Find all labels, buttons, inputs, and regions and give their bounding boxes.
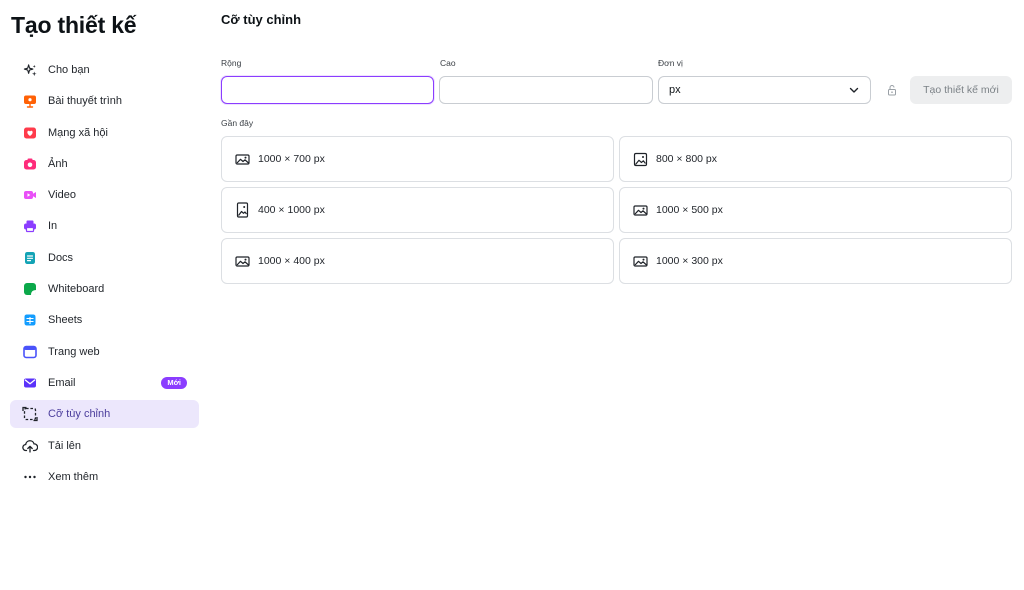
docs-icon xyxy=(22,250,38,266)
width-input[interactable] xyxy=(221,76,434,104)
sidebar-item-label: Bài thuyết trình xyxy=(48,95,122,108)
sidebar-nav: Cho bạn Bài thuyết trình Mạng xã hội Ảnh Vid… xyxy=(10,56,199,494)
sidebar-item-label: Tải lên xyxy=(48,439,82,452)
recent-size-card[interactable]: 400 × 1000 px xyxy=(221,187,614,233)
camera-icon xyxy=(22,156,38,172)
recent-label: Gần đây xyxy=(221,118,254,128)
sidebar-item-cho-ban[interactable]: Cho bạn xyxy=(10,56,199,84)
landscape-image-icon xyxy=(632,202,648,218)
video-icon xyxy=(22,187,38,203)
chevron-down-icon xyxy=(848,84,860,96)
unit-label: Đơn vị xyxy=(658,58,683,68)
sidebar-item-label: Trang web xyxy=(48,345,100,358)
presentation-icon xyxy=(22,93,38,109)
recent-size-label: 1000 × 500 px xyxy=(656,204,723,216)
sidebar-item-label: Email xyxy=(48,376,76,389)
sidebar-item-label: Xem thêm xyxy=(48,470,99,483)
sidebar-item-label: Docs xyxy=(48,251,74,264)
sparkles-icon xyxy=(22,62,38,78)
sidebar-item-co-tuy-chinh[interactable]: Cỡ tùy chỉnh xyxy=(10,400,199,429)
sidebar-item-tai-len[interactable]: Tải lên xyxy=(10,432,199,460)
create-design-button[interactable]: Tạo thiết kế mới xyxy=(910,76,1012,104)
recent-size-card[interactable]: 1000 × 300 px xyxy=(619,238,1012,284)
email-icon xyxy=(22,375,38,391)
recent-size-card[interactable]: 1000 × 700 px xyxy=(221,136,614,182)
sidebar-item-in[interactable]: In xyxy=(10,212,199,240)
custom-size-icon xyxy=(22,406,38,422)
recent-size-card[interactable]: 800 × 800 px xyxy=(619,136,1012,182)
sidebar-item-bai-thuyet-trinh[interactable]: Bài thuyết trình xyxy=(10,87,199,115)
recent-size-label: 1000 × 700 px xyxy=(258,153,325,165)
website-icon xyxy=(22,344,38,360)
square-image-icon xyxy=(632,151,648,167)
sidebar-item-xem-them[interactable]: Xem thêm xyxy=(10,463,199,491)
upload-icon xyxy=(22,438,38,454)
app-title: Tạo thiết kế xyxy=(11,12,137,38)
recent-size-label: 800 × 800 px xyxy=(656,153,718,165)
sidebar-item-trang-web[interactable]: Trang web xyxy=(10,338,199,366)
sidebar-item-label: Whiteboard xyxy=(48,283,105,296)
sidebar-item-label: Mạng xã hội xyxy=(48,126,108,139)
recent-size-label: 400 × 1000 px xyxy=(258,204,325,216)
heart-icon xyxy=(22,125,38,141)
sidebar-item-mang-xa-hoi[interactable]: Mạng xã hội xyxy=(10,119,199,147)
landscape-image-icon xyxy=(234,253,250,269)
sidebar-item-sheets[interactable]: Sheets xyxy=(10,306,199,334)
width-label: Rộng xyxy=(221,58,242,68)
sidebar-item-label: Cho bạn xyxy=(48,64,90,76)
recent-size-card[interactable]: 1000 × 500 px xyxy=(619,187,1012,233)
recent-size-card[interactable]: 1000 × 400 px xyxy=(221,238,614,284)
lock-aspect-icon[interactable] xyxy=(886,83,898,97)
sidebar-item-label: Video xyxy=(48,189,76,202)
unit-select-value: px xyxy=(669,84,681,96)
sidebar-item-whiteboard[interactable]: Whiteboard xyxy=(10,275,199,303)
sidebar-item-docs[interactable]: Docs xyxy=(10,244,199,272)
height-label: Cao xyxy=(440,58,456,68)
sidebar: Tạo thiết kế Cho bạn Bài thuyết trình Mạng… xyxy=(0,0,210,590)
landscape-image-icon xyxy=(632,253,648,269)
whiteboard-icon xyxy=(22,281,38,297)
portrait-image-icon xyxy=(234,202,250,218)
more-icon xyxy=(22,469,38,485)
sidebar-item-label: In xyxy=(48,220,58,233)
sidebar-item-label: Cỡ tùy chỉnh xyxy=(48,408,111,421)
landscape-image-icon xyxy=(234,151,250,167)
sidebar-item-anh[interactable]: Ảnh xyxy=(10,150,199,178)
new-badge: Mới xyxy=(161,376,187,389)
recent-size-label: 1000 × 300 px xyxy=(656,255,723,267)
height-input[interactable] xyxy=(439,76,653,104)
sidebar-item-video[interactable]: Video xyxy=(10,181,199,209)
sheets-icon xyxy=(22,312,38,328)
recent-size-label: 1000 × 400 px xyxy=(258,255,325,267)
printer-icon xyxy=(22,218,38,234)
sidebar-item-label: Sheets xyxy=(48,314,83,327)
sidebar-item-email[interactable]: Email Mới xyxy=(10,369,199,397)
unit-select[interactable]: px xyxy=(658,76,871,104)
page-title: Cỡ tùy chỉnh xyxy=(221,12,302,27)
sidebar-item-label: Ảnh xyxy=(48,157,68,170)
